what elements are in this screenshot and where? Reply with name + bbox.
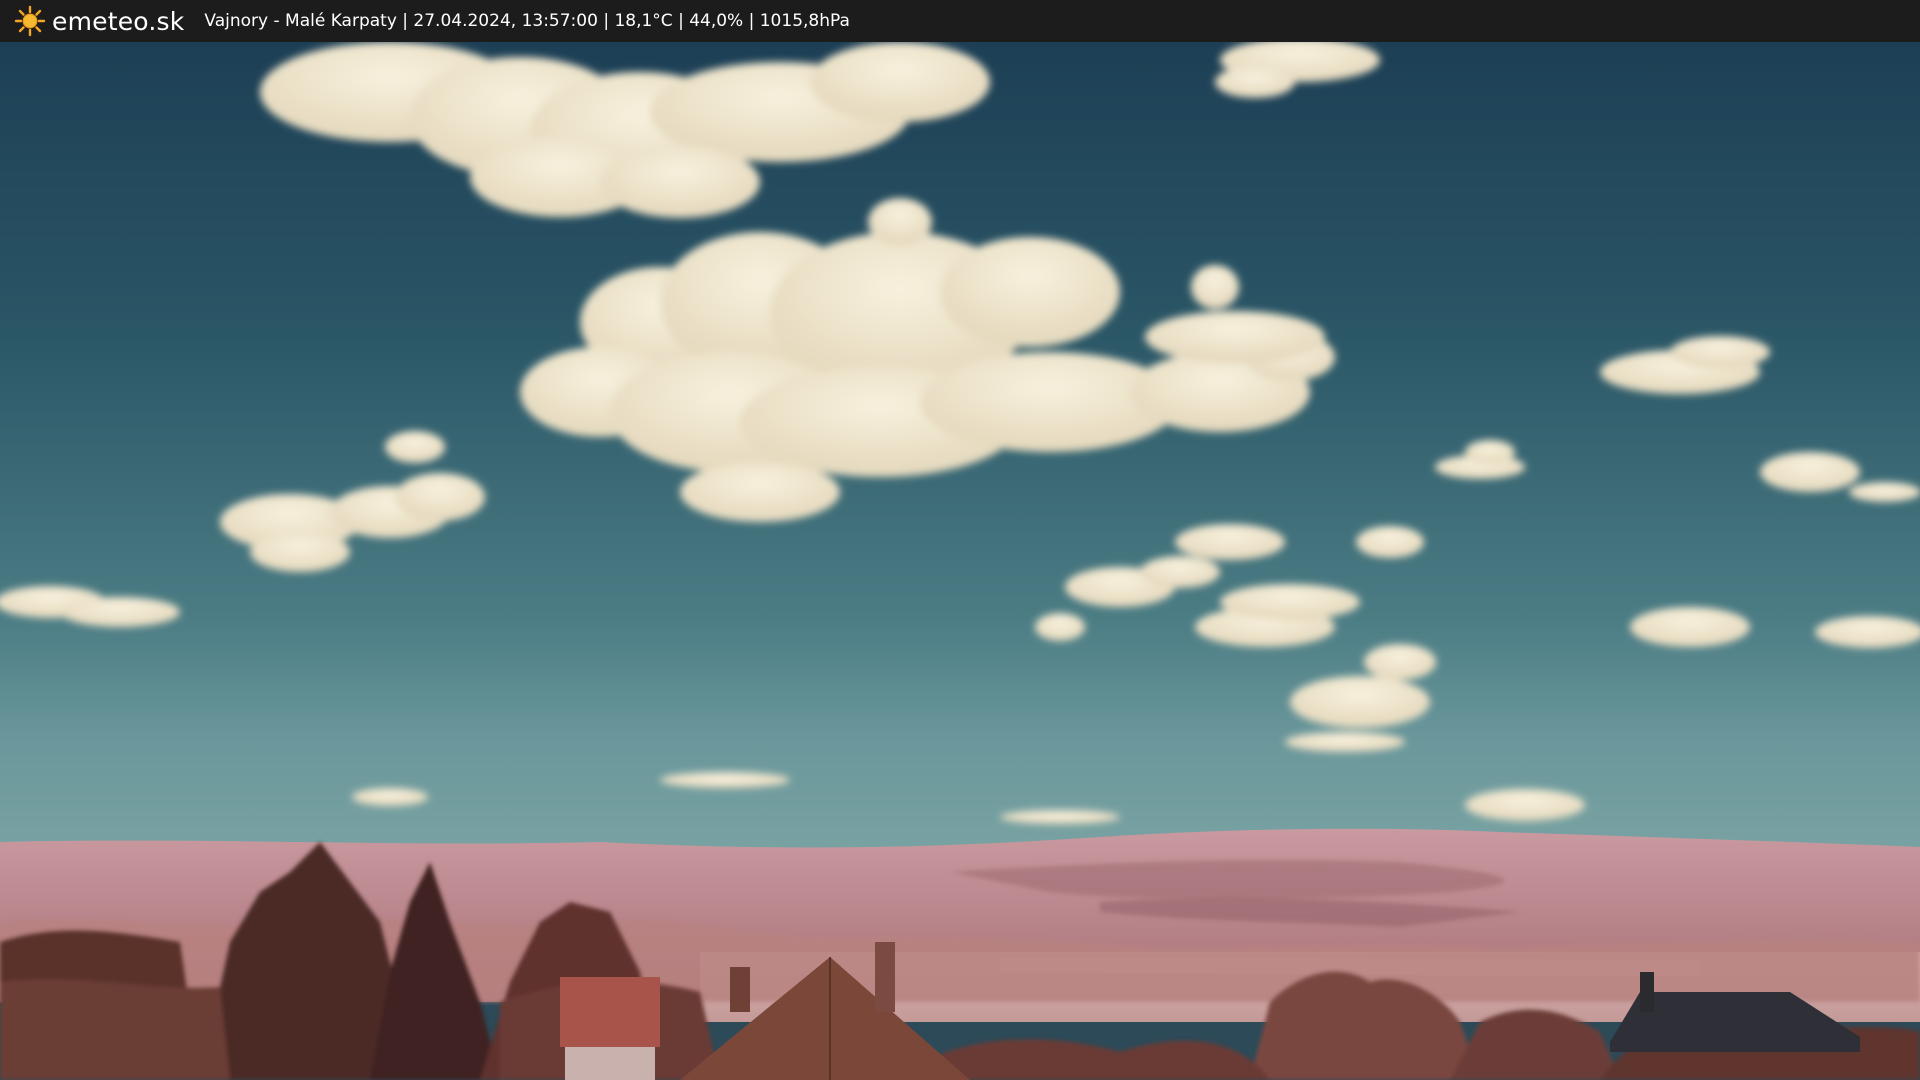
webcam-frame: emeteo.sk Vajnory - Malé Karpaty | 27.04… — [0, 0, 1920, 1080]
sun-icon — [14, 5, 46, 37]
logo-text: emeteo.sk — [52, 6, 185, 36]
webcam-image — [0, 42, 1920, 1080]
caption-bar: emeteo.sk Vajnory - Malé Karpaty | 27.04… — [0, 0, 1920, 42]
weather-caption: Vajnory - Malé Karpaty | 27.04.2024, 13:… — [204, 11, 850, 31]
